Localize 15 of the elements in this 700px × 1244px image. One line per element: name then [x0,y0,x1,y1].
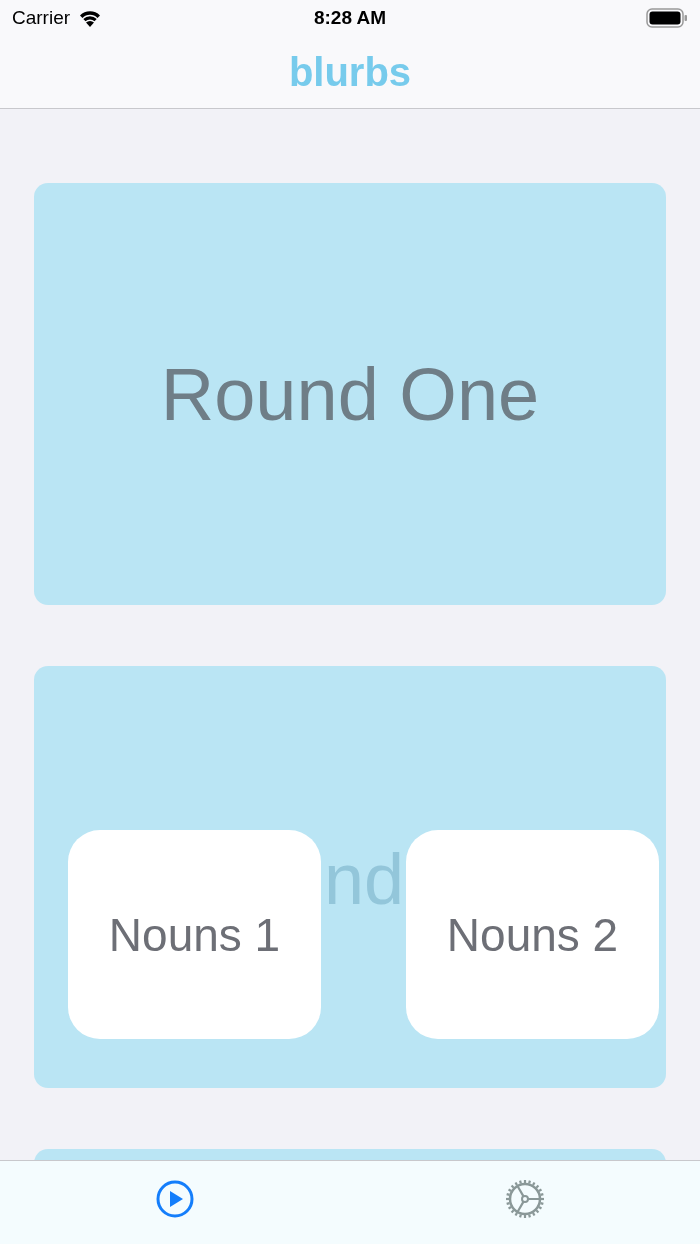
status-time: 8:28 AM [313,7,387,29]
tab-button[interactable] [155,1179,195,1219]
round-card[interactable]: Round One [34,183,666,605]
app-title: blurbs [288,49,412,95]
settings-icon [505,1179,545,1219]
deck-card[interactable]: Nouns 2 [406,830,659,1039]
deck-title: Nouns 2 [446,907,619,962]
deck-title: Nouns 1 [108,907,281,962]
wifi-icon [78,9,103,27]
deck-card[interactable]: Nouns 1 [68,830,321,1039]
play-icon [156,1180,194,1218]
carrier-label: Carrier [12,7,71,29]
tab-button[interactable] [505,1179,545,1219]
round-title: Round One [160,351,540,437]
battery-icon [646,8,688,28]
